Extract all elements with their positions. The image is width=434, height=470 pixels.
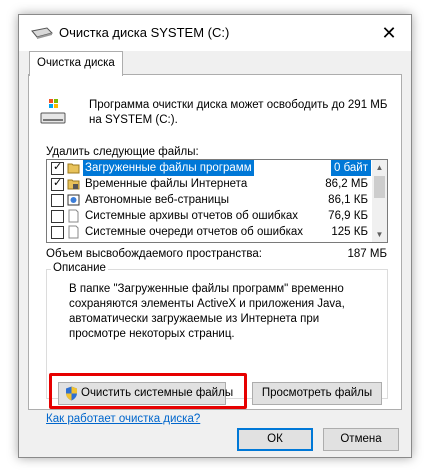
list-item-size: 86,2 МБ	[325, 178, 368, 190]
window-title: Очистка диска SYSTEM (C:)	[59, 25, 230, 40]
folder-icon	[67, 163, 80, 174]
checkbox[interactable]: ✓	[51, 177, 64, 191]
close-button[interactable]: ✕	[367, 15, 411, 51]
list-item-size: 86,1 КБ	[328, 194, 368, 206]
cancel-button[interactable]: Отмена	[323, 428, 399, 451]
tab-panel: Программа очистки диска может освободить…	[28, 74, 402, 410]
list-item-name: Системные архивы отчетов об ошибках	[85, 210, 299, 222]
checkbox[interactable]	[51, 226, 64, 239]
checkbox[interactable]	[51, 210, 64, 223]
offline-page-icon	[67, 194, 80, 206]
files-section-label: Удалить следующие файлы:	[46, 146, 199, 158]
check-icon: ✓	[53, 177, 63, 189]
close-icon: ✕	[381, 22, 397, 43]
highlight-box	[49, 373, 247, 409]
list-item-name: Временные файлы Интернета	[85, 178, 248, 190]
disk-cleanup-icon	[31, 27, 53, 39]
list-item-name: Загруженные файлы программ	[83, 160, 254, 176]
checkbox[interactable]	[51, 194, 64, 207]
space-label: Объем высвобождаемого пространства:	[46, 248, 262, 260]
list-item[interactable]: ✓ Загруженные файлы программ 0 байт	[47, 160, 371, 176]
check-icon: ✓	[53, 161, 63, 173]
scroll-down-icon[interactable]: ▼	[372, 227, 387, 242]
disk-cleanup-dialog: Очистка диска SYSTEM (C:) ✕ Очистка диск…	[18, 14, 412, 458]
document-icon	[68, 225, 79, 239]
title-bar[interactable]: Очистка диска SYSTEM (C:) ✕	[19, 15, 411, 51]
description-title: Описание	[51, 262, 108, 274]
hard-drive-icon	[40, 99, 66, 124]
intro-text: Программа очистки диска может освободить…	[89, 99, 388, 126]
lock-folder-icon	[67, 179, 80, 190]
list-item[interactable]: Системные архивы отчетов об ошибках 76,9…	[47, 208, 371, 224]
list-item-name: Системные очереди отчетов об ошибках	[85, 226, 304, 238]
list-item[interactable]: Автономные веб-страницы 86,1 КБ	[47, 192, 371, 208]
list-item-size: 76,9 КБ	[328, 210, 368, 222]
vertical-scrollbar[interactable]: ▲ ▼	[372, 160, 387, 242]
document-icon	[68, 209, 79, 223]
list-item-size: 125 КБ	[331, 226, 368, 238]
list-item[interactable]: ✓ Временные файлы Интернета 86,2 МБ	[47, 176, 371, 192]
ok-button[interactable]: ОК	[237, 428, 313, 451]
list-item-size: 0 байт	[330, 160, 371, 176]
tab-disk-cleanup[interactable]: Очистка диска	[29, 51, 123, 76]
help-link[interactable]: Как работает очистка диска?	[46, 413, 200, 425]
space-value: 187 МБ	[347, 248, 387, 260]
list-item[interactable]: Системные очереди отчетов об ошибках 125…	[47, 224, 371, 240]
file-list[interactable]: ✓ Загруженные файлы программ 0 байт ✓ Вр…	[46, 159, 388, 243]
scroll-thumb[interactable]	[374, 176, 385, 198]
list-item-name: Автономные веб-страницы	[85, 194, 230, 206]
view-files-button[interactable]: Просмотреть файлы	[252, 382, 382, 405]
checkbox[interactable]: ✓	[51, 161, 64, 175]
scroll-up-icon[interactable]: ▲	[372, 160, 387, 175]
description-text: В папке "Загруженные файлы программ" вре…	[69, 283, 345, 340]
